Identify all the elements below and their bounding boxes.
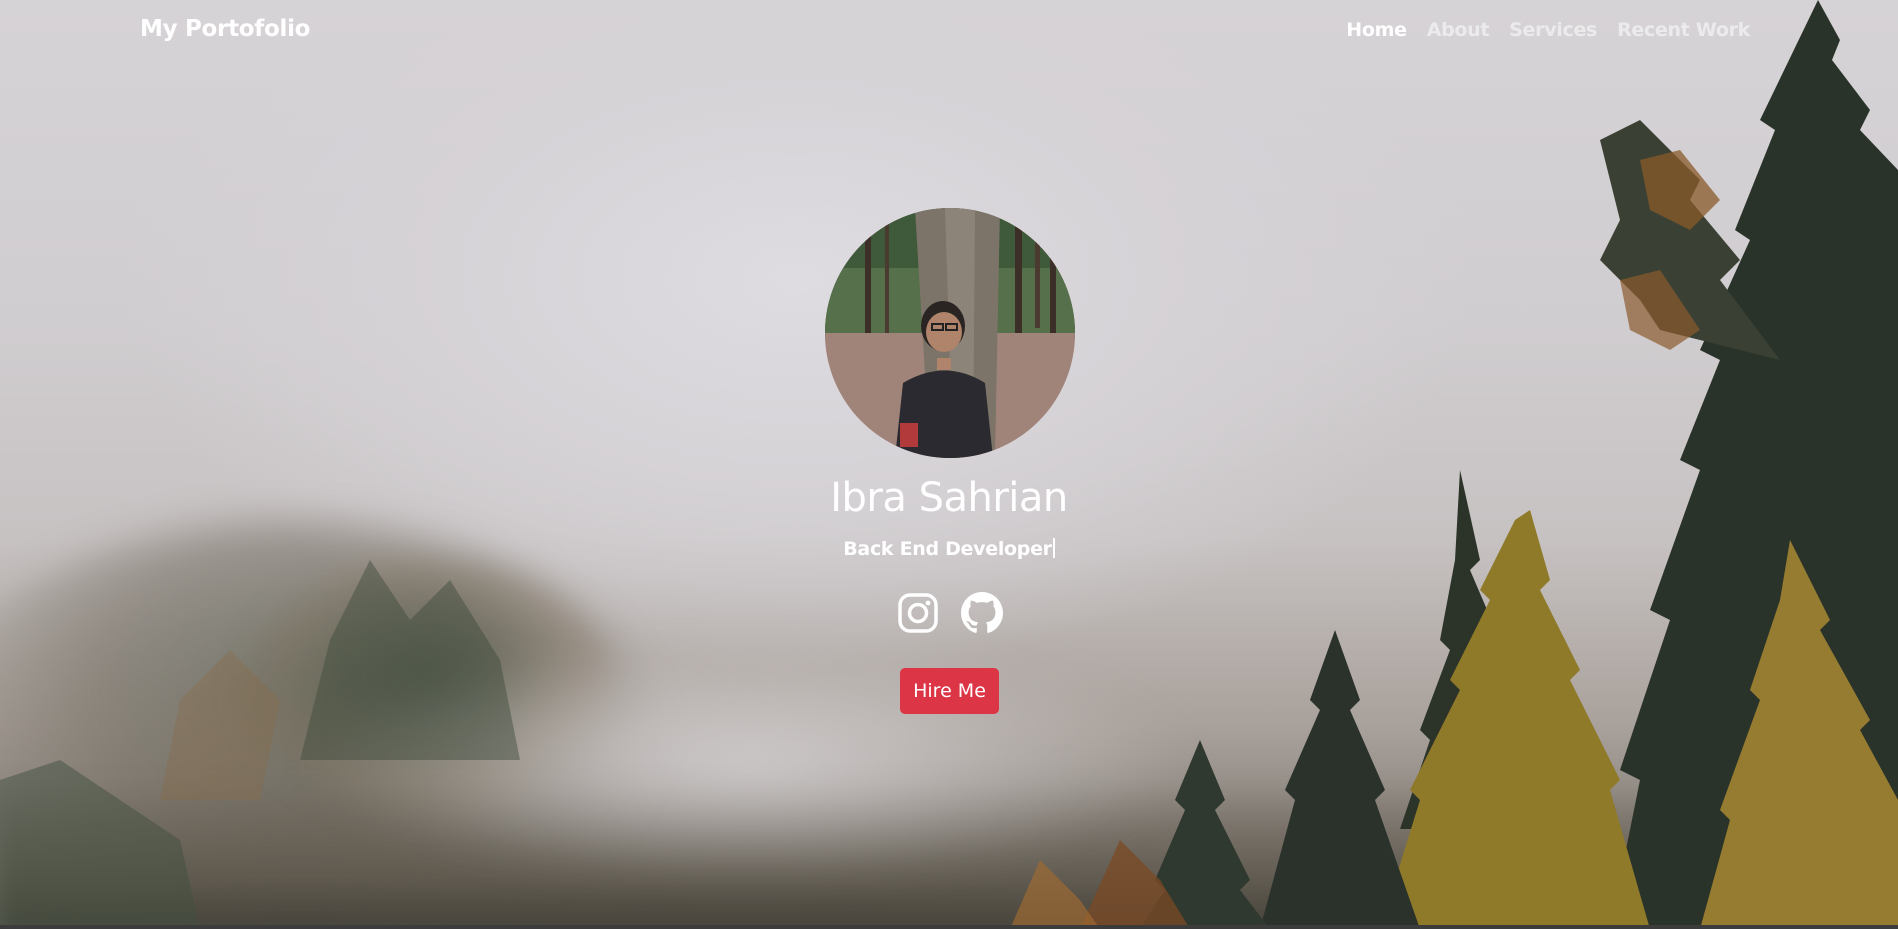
profile-role: Back End Developer bbox=[0, 538, 1898, 560]
nav-item-recent-work: Recent Work bbox=[1617, 19, 1750, 41]
social-links bbox=[897, 592, 1003, 634]
nav-item-about: About bbox=[1427, 19, 1490, 41]
profile-photo-image bbox=[825, 208, 1075, 458]
brand-logo[interactable]: My Portofolio bbox=[140, 16, 310, 42]
nav-link-home[interactable]: Home bbox=[1346, 19, 1407, 41]
instagram-link[interactable] bbox=[897, 592, 939, 634]
hire-me-button[interactable]: Hire Me bbox=[900, 668, 999, 714]
navbar: My Portofolio Home About Services Recent… bbox=[0, 0, 1898, 62]
nav-link-recent-work[interactable]: Recent Work bbox=[1617, 19, 1750, 41]
typing-cursor bbox=[1052, 538, 1055, 558]
github-link[interactable] bbox=[961, 592, 1003, 634]
profile-photo bbox=[825, 208, 1075, 458]
nav-menu: Home About Services Recent Work bbox=[1346, 19, 1750, 41]
background-forest-trees bbox=[0, 0, 1898, 929]
profile-name: Ibra Sahrian bbox=[830, 475, 1068, 521]
nav-item-home: Home bbox=[1346, 19, 1407, 41]
profile-role-text: Back End Developer bbox=[843, 538, 1052, 560]
instagram-icon bbox=[898, 593, 938, 633]
github-icon bbox=[961, 592, 1003, 633]
nav-link-about[interactable]: About bbox=[1427, 19, 1490, 41]
nav-item-services: Services bbox=[1509, 19, 1597, 41]
bottom-divider bbox=[0, 925, 1898, 929]
nav-link-services[interactable]: Services bbox=[1509, 19, 1597, 41]
hero-section: My Portofolio Home About Services Recent… bbox=[0, 0, 1898, 929]
